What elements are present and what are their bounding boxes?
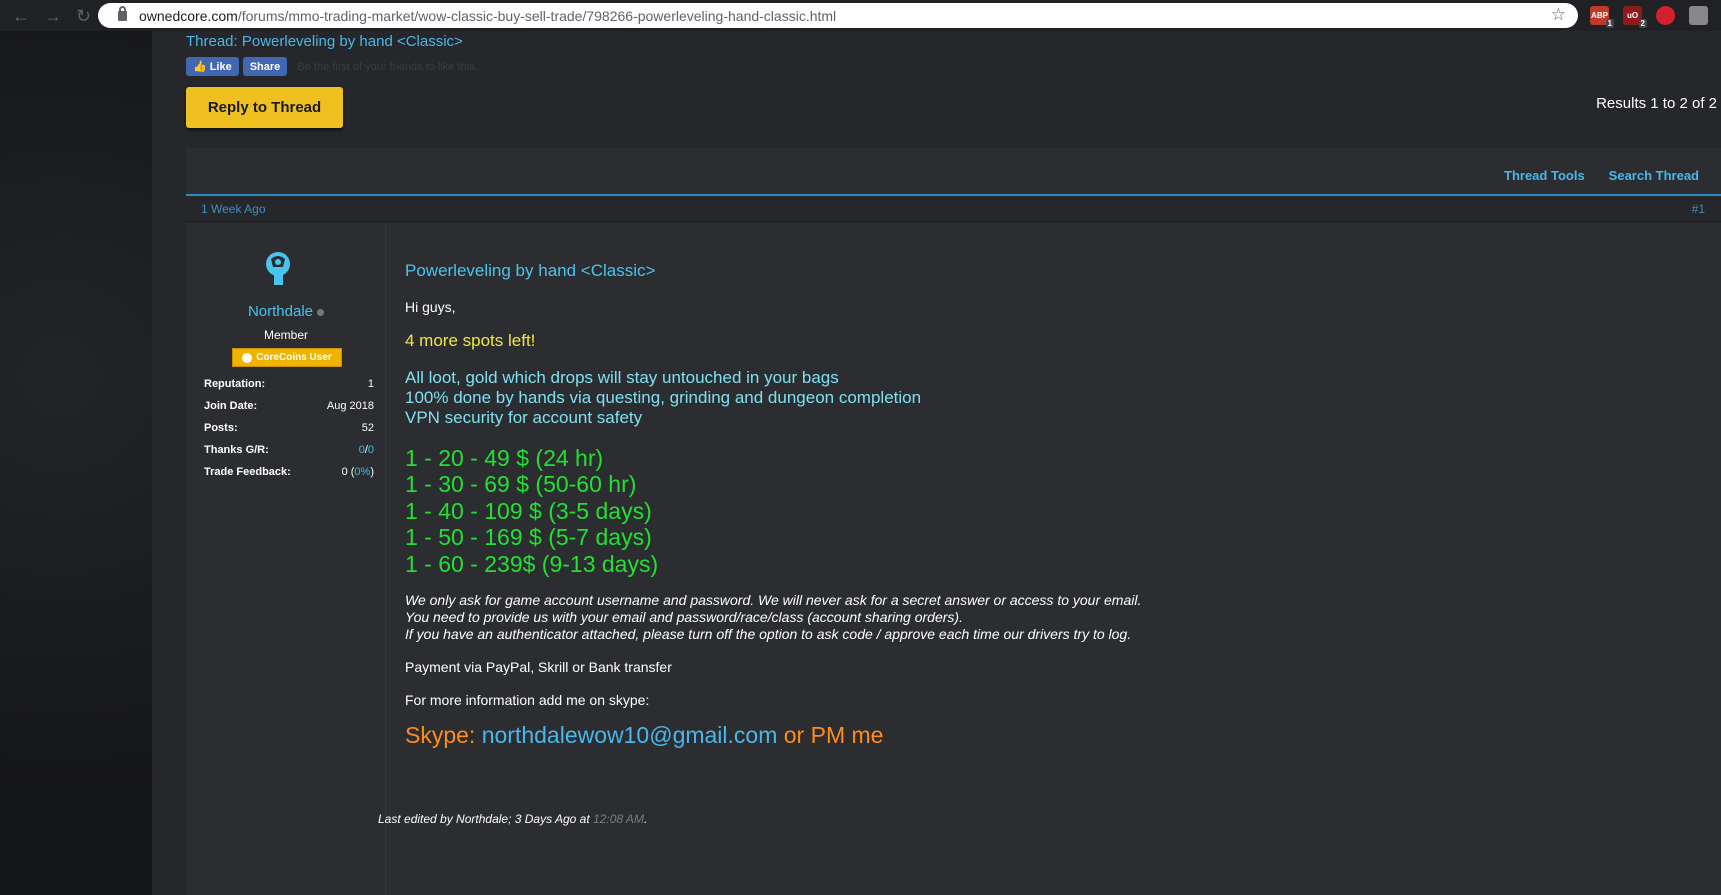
price-line: 1 - 20 - 49 $ (24 hr) <box>405 445 604 471</box>
stat-value: 0/0 <box>359 444 374 456</box>
lock-icon <box>118 5 127 21</box>
lastpass-extension-icon[interactable] <box>1656 6 1675 25</box>
stat-value: 0 (0%) <box>342 466 374 478</box>
badge-label: CoreCoins User <box>256 352 332 363</box>
like-label: Like <box>209 60 232 73</box>
price-line: 1 - 60 - 239$ (9-13 days) <box>405 551 659 577</box>
skype-contact: Skype: northdalewow10@gmail.com or PM me <box>405 722 883 749</box>
url-host: ownedcore.com <box>139 7 238 24</box>
stat-value: 1 <box>367 378 374 390</box>
thanks-received-link[interactable]: 0 <box>368 444 374 456</box>
reply-to-thread-button[interactable]: Reply to Thread <box>186 87 343 128</box>
thread-tools-bar: Thread Tools Search Thread <box>186 148 1721 196</box>
greeting-text: Hi guys, <box>405 299 456 315</box>
note-line: If you have an authenticator attached, p… <box>405 626 1132 642</box>
price-line: 1 - 30 - 69 $ (50-60 hr) <box>405 471 637 497</box>
coin-icon <box>242 352 253 363</box>
note-line: We only ask for game account username an… <box>405 592 1142 608</box>
more-info-text: For more information add me on skype: <box>405 692 650 708</box>
facebook-share-button[interactable]: Share <box>242 57 288 76</box>
note-line: You need to provide us with your email a… <box>405 609 963 625</box>
spots-left-text: 4 more spots left! <box>405 331 536 350</box>
stat-reputation: Reputation: 1 <box>204 373 374 395</box>
forward-arrow-icon[interactable]: → <box>44 7 62 25</box>
browser-toolbar: ← → ↻ ownedcore.com/forums/mmo-trading-m… <box>0 0 1721 31</box>
corecoins-badge: CoreCoins User <box>232 348 342 367</box>
share-label: Share <box>249 60 281 73</box>
stat-join-date: Join Date: Aug 2018 <box>204 395 374 417</box>
edited-time: 12:08 AM <box>593 812 644 826</box>
user-title: Member <box>263 328 308 342</box>
edited-suffix: . <box>643 812 648 826</box>
ublock-extension-icon[interactable]: uO 2 <box>1623 6 1647 28</box>
stat-label: Thanks G/R: <box>204 444 269 456</box>
stat-label: Trade Feedback: <box>204 466 291 478</box>
post-body: Northdale Member CoreCoins User Reputati… <box>186 223 1721 895</box>
stat-label: Posts: <box>204 422 238 434</box>
facebook-buttons: 👍 Like Share Be the first of your friends… <box>186 57 478 76</box>
skype-label: Skype: <box>405 722 482 748</box>
thumbs-up-icon: 👍 <box>193 61 207 73</box>
post-title: Powerleveling by hand <Classic> <box>405 261 656 280</box>
nav-buttons: ← → ↻ <box>0 7 110 25</box>
address-bar[interactable]: ownedcore.com/forums/mmo-trading-market/… <box>98 3 1578 28</box>
skype-suffix: or PM me <box>777 722 884 748</box>
thread-title[interactable]: Thread: Powerleveling by hand <Classic> <box>186 33 463 50</box>
page-left-background <box>0 31 152 895</box>
facebook-like-button[interactable]: 👍 Like <box>186 57 239 76</box>
payment-text: Payment via PayPal, Skrill or Bank trans… <box>405 659 672 675</box>
feedback-paren: ) <box>370 466 374 478</box>
feature-line: 100% done by hands via questing, grindin… <box>405 388 922 407</box>
stat-trade-feedback: Trade Feedback: 0 (0%) <box>204 461 374 483</box>
feature-line: VPN security for account safety <box>405 408 643 427</box>
thread-tools-link[interactable]: Thread Tools <box>1504 168 1585 183</box>
extensions-area: ABP 1 uO 2 <box>1590 6 1708 28</box>
user-stats: Reputation: 1 Join Date: Aug 2018 Posts: 52… <box>204 373 374 483</box>
user-info-panel: Northdale Member CoreCoins User Reputati… <box>186 223 386 895</box>
url-path: /forums/mmo-trading-market/wow-classic-b… <box>237 7 837 24</box>
post-date: 1 Week Ago <box>201 202 266 216</box>
price-line: 1 - 50 - 169 $ (5-7 days) <box>405 524 652 550</box>
extension-badge: 1 <box>1605 19 1614 28</box>
feedback-percent-link[interactable]: 0% <box>354 466 370 478</box>
stat-label: Reputation: <box>204 378 266 390</box>
url-text: ownedcore.com/forums/mmo-trading-market/… <box>139 8 836 24</box>
post-number-link[interactable]: #1 <box>1692 202 1705 216</box>
edited-prefix: Last edited by Northdale; 3 Days Ago at <box>378 812 594 826</box>
feedback-count: 0 ( <box>341 466 355 478</box>
adblock-extension-icon[interactable]: ABP 1 <box>1590 6 1614 28</box>
skype-email-link[interactable]: northdalewow10@gmail.com <box>482 722 778 748</box>
username-link[interactable]: Northdale <box>186 303 386 320</box>
stat-label: Join Date: <box>204 400 258 412</box>
search-thread-link[interactable]: Search Thread <box>1609 168 1699 183</box>
extension-icon[interactable] <box>1689 6 1708 25</box>
results-count: Results 1 to 2 of 2 <box>1596 95 1717 112</box>
reload-icon[interactable]: ↻ <box>76 7 91 25</box>
last-edited-note: Last edited by Northdale; 3 Days Ago at … <box>378 812 647 826</box>
forum-content: Thread: Powerleveling by hand <Classic> … <box>152 31 1721 895</box>
feature-line: All loot, gold which drops will stay unt… <box>405 368 839 387</box>
back-arrow-icon[interactable]: ← <box>12 7 30 25</box>
price-line: 1 - 40 - 109 $ (3-5 days) <box>405 498 652 524</box>
avatar[interactable] <box>262 251 294 287</box>
post-header: 1 Week Ago #1 <box>186 198 1721 222</box>
facebook-note: Be the first of your friends to like thi… <box>297 60 478 73</box>
extension-badge: 2 <box>1638 19 1647 28</box>
username-text: Northdale <box>247 303 314 320</box>
stat-posts: Posts: 52 <box>204 417 374 439</box>
stat-thanks: Thanks G/R: 0/0 <box>204 439 374 461</box>
stat-value: Aug 2018 <box>326 400 374 412</box>
offline-status-icon <box>317 308 325 316</box>
bookmark-star-icon[interactable]: ☆ <box>1551 5 1566 25</box>
stat-value: 52 <box>361 422 374 434</box>
